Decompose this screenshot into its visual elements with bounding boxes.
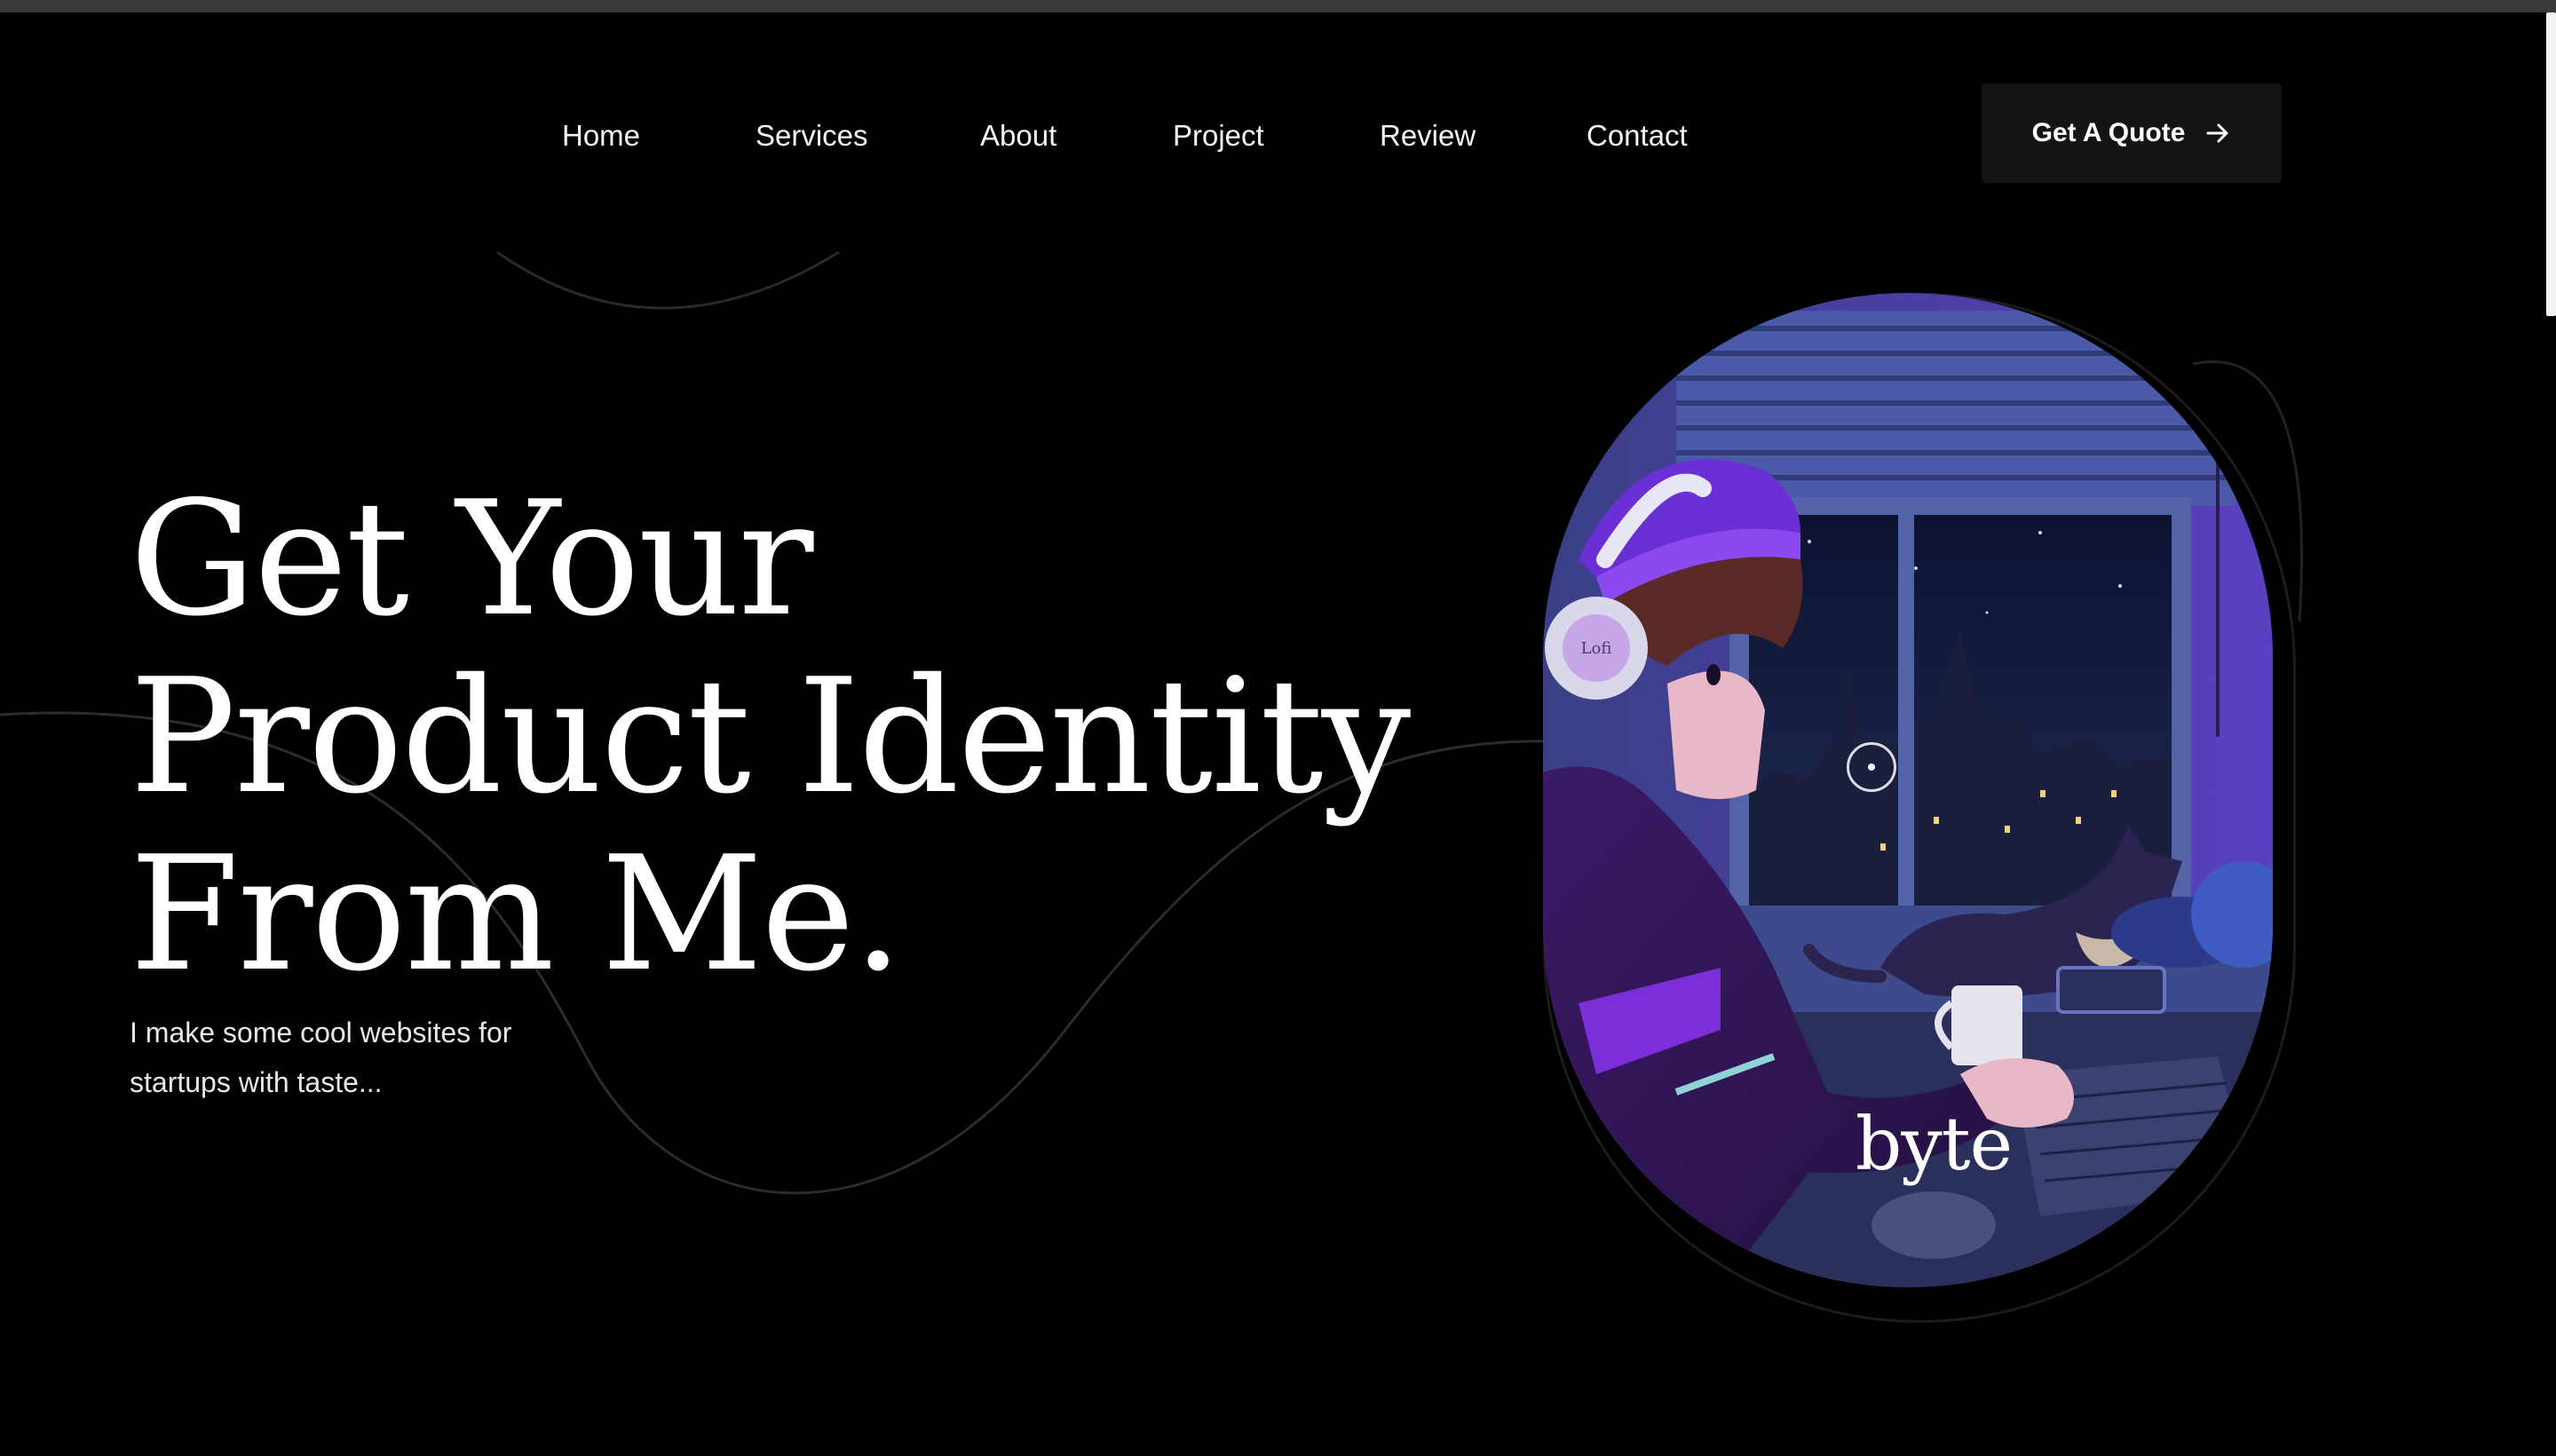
browser-top-bar	[0, 0, 2556, 12]
hero-title-line: Get Your	[130, 467, 814, 651]
hero-title-line: Product Identity	[130, 645, 1411, 828]
nav-review-link[interactable]: Review	[1380, 114, 1476, 158]
hero-subtitle-line: startups with taste...	[130, 1066, 383, 1098]
nav-services-link[interactable]: Services	[756, 114, 868, 158]
hero-subtitle: I make some cool websites for startups w…	[130, 1008, 627, 1107]
nav-contact-link[interactable]: Contact	[1587, 114, 1688, 158]
hero-subtitle-line: I make some cool websites for	[130, 1017, 512, 1048]
hero-title-line: From Me.	[130, 822, 903, 1006]
headphone-logo-text: Lofi	[1581, 639, 1612, 658]
nav-home-link[interactable]: Home	[562, 114, 640, 158]
hero-illustration: Lofi byte	[1543, 293, 2296, 1323]
arrow-right-icon	[2206, 123, 2228, 143]
cursor-indicator	[1847, 742, 1896, 792]
nav-project-link[interactable]: Project	[1173, 114, 1264, 158]
hero-title: Get Your Product Identity From Me.	[130, 471, 1461, 1003]
get-a-quote-button[interactable]: Get A Quote	[1982, 83, 2282, 183]
nav-about-link[interactable]: About	[980, 114, 1056, 158]
scrollbar-thumb[interactable]	[2546, 12, 2556, 316]
get-a-quote-label: Get A Quote	[2031, 118, 2186, 147]
byte-logo: byte	[1855, 1103, 2013, 1187]
